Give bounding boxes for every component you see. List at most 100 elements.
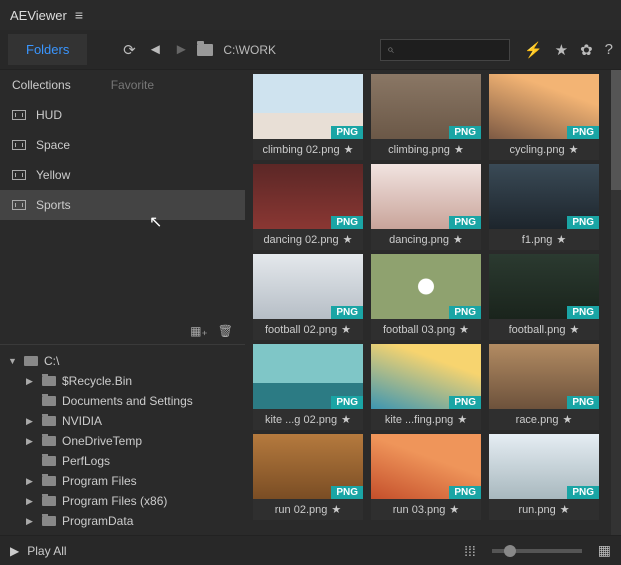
app-title: AEViewer (10, 8, 67, 23)
expand-icon[interactable]: ▶ (26, 436, 36, 447)
tree-item[interactable]: PerfLogs (4, 451, 241, 471)
star-icon[interactable]: ★ (556, 233, 566, 246)
expand-icon[interactable]: ▶ (26, 476, 36, 487)
grid-view-icon[interactable]: ⁞⁞⁞ (464, 543, 476, 559)
thumbnail[interactable]: PNGfootball 02.png★ (253, 254, 363, 340)
tree-item-label: NVIDIA (62, 414, 102, 428)
collection-label: Space (36, 138, 70, 152)
delete-icon[interactable]: 🗑 (218, 324, 233, 338)
star-icon[interactable]: ★ (457, 413, 467, 426)
tree-item-label: Program Files (62, 474, 137, 488)
collection-icon (12, 110, 26, 120)
tree-item[interactable]: ▶ $Recycle.Bin (4, 371, 241, 391)
thumbnail[interactable]: PNGrace.png★ (489, 344, 599, 430)
tree-item[interactable]: ▶ Program Files (4, 471, 241, 491)
star-icon[interactable]: ★ (343, 233, 353, 246)
thumbnail[interactable]: PNGdancing 02.png★ (253, 164, 363, 250)
thumbnail[interactable]: PNGfootball.png★ (489, 254, 599, 340)
tree-item[interactable]: ▶ProgramData (4, 511, 241, 531)
scrollbar-thumb[interactable] (611, 70, 621, 190)
tree-item[interactable]: Documents and Settings (4, 391, 241, 411)
collection-item[interactable]: Yellow (0, 160, 245, 190)
thumbnail[interactable]: PNG kite ...g 02.png ★ (253, 344, 363, 430)
sidebar: Collections Favorite HUD Space YellowSport… (0, 70, 245, 535)
thumbnail[interactable]: PNGclimbing 02.png★ (253, 74, 363, 160)
add-collection-icon[interactable]: ▦₊ (190, 324, 208, 338)
collection-icon (12, 200, 26, 210)
folder-icon[interactable] (197, 44, 213, 56)
back-icon[interactable]: ◄ (145, 41, 165, 58)
thumbnail-filename: climbing.png (388, 144, 450, 156)
thumbnail-image: PNG (371, 164, 481, 229)
tree-item-label: OneDriveTemp (62, 434, 142, 448)
folder-icon (42, 476, 56, 486)
thumbnail-image: PNG (489, 254, 599, 319)
thumbnail[interactable]: PNGcycling.png★ (489, 74, 599, 160)
format-badge: PNG (449, 486, 481, 499)
thumbnail[interactable]: PNGrun 03.png★ (371, 434, 481, 520)
star-icon[interactable]: ★ (459, 323, 469, 336)
thumbnail-filename: f1.png (522, 234, 553, 246)
star-icon[interactable]: ★ (569, 143, 579, 156)
thumbnail-image: PNG (253, 164, 363, 229)
collapse-icon[interactable]: ▼ (8, 356, 18, 366)
thumbnail[interactable]: PNGclimbing.png★ (371, 74, 481, 160)
tab-folders[interactable]: Folders (8, 34, 87, 65)
forward-icon[interactable]: ► (171, 41, 191, 58)
thumbnail[interactable]: PNGkite ...fing.png★ (371, 344, 481, 430)
thumbnail[interactable]: PNGdancing.png★ (371, 164, 481, 250)
tab-favorite[interactable]: Favorite (111, 78, 154, 92)
thumbnail[interactable]: PNGrun 02.png★ (253, 434, 363, 520)
star-icon[interactable]: ★ (562, 413, 572, 426)
play-all-label[interactable]: Play All (27, 544, 66, 558)
tree-item-label: Documents and Settings (62, 394, 193, 408)
tree-item[interactable]: ▶ OneDriveTemp (4, 431, 241, 451)
format-badge: PNG (449, 216, 481, 229)
action-icon[interactable]: ⚡ (524, 41, 543, 59)
tree-item[interactable]: ▶ NVIDIA (4, 411, 241, 431)
thumbnail[interactable]: PNGrun.png★ (489, 434, 599, 520)
expand-icon[interactable]: ▶ (26, 516, 36, 527)
settings-icon[interactable]: ✿ (580, 41, 593, 59)
thumbnail-filename: kite ...g 02.png (265, 414, 337, 426)
star-icon[interactable]: ★ (453, 233, 463, 246)
collection-item[interactable]: Space (0, 130, 245, 160)
star-icon[interactable]: ★ (341, 413, 351, 426)
star-icon[interactable]: ★ (341, 323, 351, 336)
thumbnail[interactable]: PNGfootball 03.png★ (371, 254, 481, 340)
expand-icon[interactable]: ▶ (26, 416, 36, 427)
play-icon[interactable]: ▶ (10, 544, 19, 558)
thumbnail[interactable]: PNGf1.png★ (489, 164, 599, 250)
star-icon[interactable]: ★ (344, 143, 354, 156)
collection-icon (12, 140, 26, 150)
help-icon[interactable]: ? (605, 41, 613, 59)
scrollbar[interactable] (611, 70, 621, 535)
collection-item[interactable]: Sports (0, 190, 245, 220)
star-icon[interactable]: ★ (331, 503, 341, 516)
tree-item-label: $Recycle.Bin (62, 374, 132, 388)
expand-icon[interactable]: ▶ (26, 496, 36, 507)
path-text[interactable]: C:\WORK (223, 43, 276, 57)
star-icon[interactable]: ★ (570, 323, 580, 336)
star-icon[interactable]: ★ (449, 503, 459, 516)
expand-icon[interactable]: ▶ (26, 376, 36, 387)
folder-icon (42, 496, 56, 506)
thumbnail-caption: f1.png★ (489, 229, 599, 250)
favorite-icon[interactable]: ★ (555, 41, 568, 59)
search-input[interactable]: ⌕ (380, 39, 510, 61)
star-icon[interactable]: ★ (454, 143, 464, 156)
tree-item-label: Program Files (x86) (62, 494, 167, 508)
zoom-slider[interactable] (492, 549, 582, 553)
refresh-icon[interactable]: ⟳ (119, 41, 139, 59)
large-grid-icon[interactable]: ▦ (598, 542, 611, 559)
tree-item[interactable]: ▶ Program Files (x86) (4, 491, 241, 511)
thumbnail-filename: run 03.png (393, 504, 446, 516)
menu-icon[interactable]: ≡ (75, 7, 83, 23)
tab-collections[interactable]: Collections (12, 78, 71, 92)
collection-item[interactable]: HUD (0, 100, 245, 130)
star-icon[interactable]: ★ (560, 503, 570, 516)
zoom-handle[interactable] (504, 545, 516, 557)
tree-root[interactable]: ▼ C:\ (4, 351, 241, 371)
thumbnail-image: PNG (489, 344, 599, 409)
format-badge: PNG (331, 396, 363, 409)
